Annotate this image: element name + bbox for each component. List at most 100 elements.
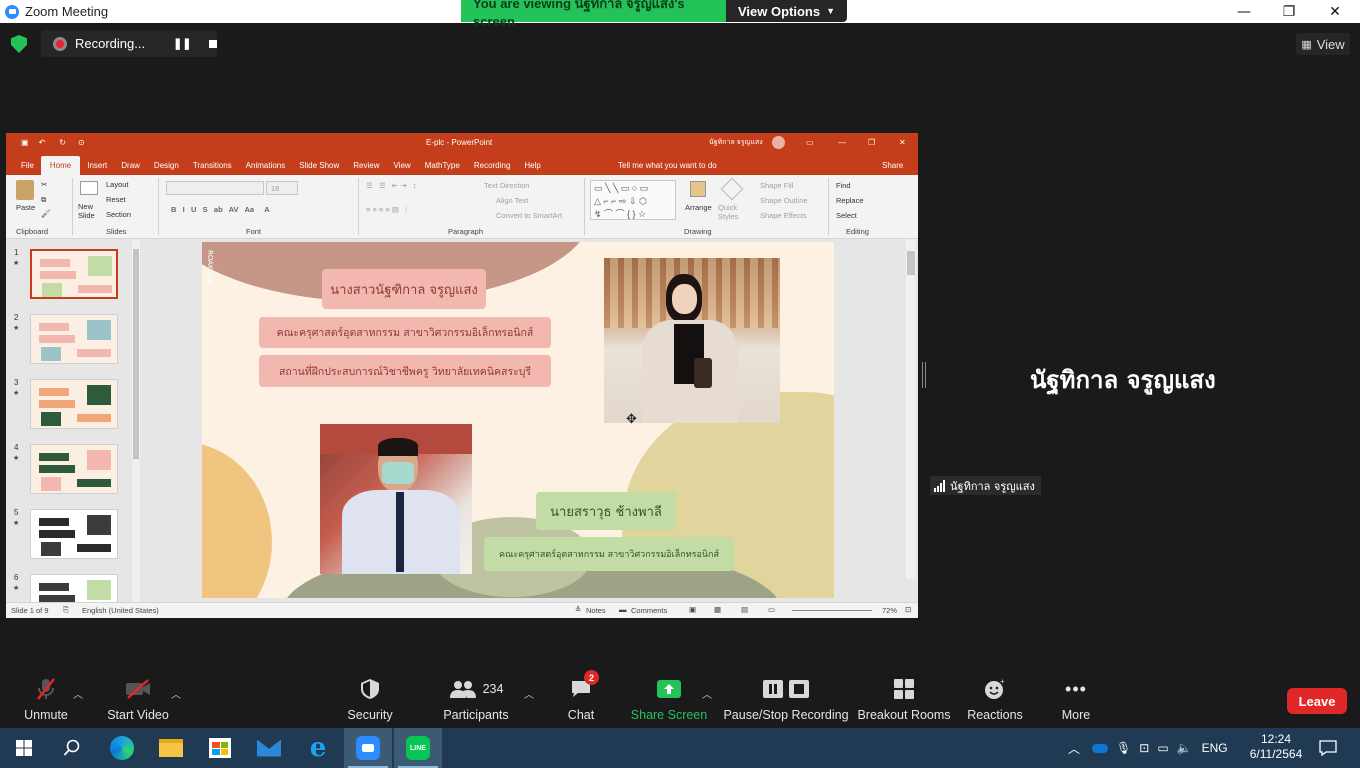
view-options-button[interactable]: View Options ▼ <box>726 0 847 22</box>
share-caret-icon[interactable]: ︿ <box>702 686 712 701</box>
participants-caret-icon[interactable]: ︿ <box>524 686 534 701</box>
tray-expand-icon[interactable]: ︿ <box>1068 740 1080 757</box>
tell-me-search[interactable]: Tell me what you want to do <box>618 161 717 170</box>
start-button[interactable] <box>0 728 48 768</box>
reading-view-icon[interactable]: ▤ <box>741 605 748 614</box>
new-slide-icon <box>80 181 98 195</box>
ppt-share-button[interactable]: Share <box>882 161 903 170</box>
taskbar-line[interactable]: LINE <box>394 728 442 768</box>
comments-button[interactable]: Comments <box>631 606 667 615</box>
ppt-tab-file[interactable]: File <box>14 161 41 175</box>
thumbnail-number: 2 <box>14 313 19 322</box>
taskbar-file-explorer[interactable] <box>147 728 195 768</box>
stop-icon[interactable] <box>208 39 217 48</box>
close-button[interactable]: ✕ <box>1312 0 1358 23</box>
language-status: English (United States) <box>82 606 159 615</box>
slide-thumbnail[interactable] <box>30 249 118 299</box>
microphone-tray-icon[interactable]: 🎙 <box>1116 741 1131 755</box>
zoom-icon <box>356 736 380 760</box>
language-indicator[interactable]: ENG <box>1202 741 1228 755</box>
ppt-tab-help[interactable]: Help <box>517 161 547 175</box>
security-shield-icon <box>361 679 379 699</box>
thumbnail-scrollbar[interactable] <box>132 239 140 602</box>
ppt-tab-mathtype[interactable]: MathType <box>418 161 467 175</box>
participants-icon <box>449 681 476 698</box>
slide-sorter-icon[interactable]: ▦ <box>714 605 721 614</box>
slideshow-icon[interactable]: ▭ <box>768 605 775 614</box>
taskbar-zoom[interactable] <box>344 728 392 768</box>
redo-icon: ↻ <box>59 138 66 147</box>
ppt-tab-recording[interactable]: Recording <box>467 161 517 175</box>
minimize-button[interactable]: — <box>1221 0 1267 23</box>
leave-button[interactable]: Leave <box>1287 688 1347 714</box>
slide-thumbnail[interactable] <box>30 379 118 429</box>
slide-name-2: นายสราวุธ ช้างพาลี <box>536 492 676 530</box>
pause-icon[interactable]: ❚❚ <box>173 37 191 50</box>
ppt-tab-slide-show[interactable]: Slide Show <box>292 161 346 175</box>
slide-name-2-text: นายสราวุธ ช้างพาลี <box>550 504 662 520</box>
audio-caret-icon[interactable]: ︿ <box>73 686 83 701</box>
view-button[interactable]: ▦ View <box>1296 33 1350 55</box>
ppt-tab-draw[interactable]: Draw <box>114 161 147 175</box>
folder-icon <box>159 739 183 757</box>
screen-tray-icon[interactable]: ⊡ <box>1139 741 1149 755</box>
notes-icon: ≙ <box>575 605 582 614</box>
notes-button[interactable]: Notes <box>586 606 606 615</box>
meeting-top-bar: Recording... ❚❚ ▦ View <box>0 23 1360 65</box>
shapes-gallery[interactable]: ▭ ╲ ╲ ▭ ○ ▭ △ ⌐ ⌐ ⇨ ⇩ ⬡ ↯ ⌒ ⌒ { } ☆ <box>590 180 676 220</box>
ppt-tab-home[interactable]: Home <box>40 156 81 175</box>
slide-faculty-2: คณะครุศาสตร์อุตสาหกรรม สาขาวิศวกรรมอิเล็… <box>484 537 734 571</box>
video-caret-icon[interactable]: ︿ <box>171 686 181 701</box>
taskbar-store[interactable] <box>196 728 244 768</box>
slide-thumbnail[interactable] <box>30 314 118 364</box>
share-screen-button[interactable]: Share Screen <box>631 672 707 728</box>
taskbar-edge[interactable] <box>98 728 146 768</box>
shield-icon[interactable] <box>11 35 27 53</box>
volume-icon[interactable]: 🔈 <box>1177 741 1192 755</box>
zoom-slider[interactable] <box>792 610 872 611</box>
security-button[interactable]: Security <box>346 672 394 728</box>
ppt-tab-insert[interactable]: Insert <box>80 161 114 175</box>
more-button[interactable]: ••• More <box>1058 672 1094 728</box>
arrange-icon <box>690 181 706 197</box>
font-size-box[interactable]: 18 <box>266 181 298 195</box>
breakout-rooms-label: Breakout Rooms <box>857 708 951 722</box>
taskbar-mail[interactable] <box>245 728 293 768</box>
reactions-button[interactable]: + Reactions <box>967 672 1023 728</box>
search-button[interactable] <box>48 728 96 768</box>
network-icon[interactable]: ▭ <box>1157 741 1168 755</box>
replace-label: Replace <box>836 196 864 205</box>
start-video-button[interactable]: Start Video <box>104 672 172 728</box>
taskbar-ie[interactable]: e <box>294 728 342 768</box>
clock-time: 12:24 <box>1260 732 1292 746</box>
participants-button[interactable]: 234 Participants <box>443 672 509 728</box>
chat-badge: 2 <box>584 670 599 685</box>
normal-view-icon[interactable]: ▣ <box>689 605 696 614</box>
select-label: Select <box>836 211 857 220</box>
fit-slide-icon[interactable]: ⊡ <box>905 605 911 614</box>
slide-scrollbar[interactable] <box>906 239 916 579</box>
chat-button[interactable]: 2 Chat <box>566 670 599 728</box>
shared-screen-powerpoint: ▣ ↶ ↻ ⊙ E-plc - PowerPoint นัฐทิกาล จรูญ… <box>6 133 918 618</box>
meeting-toolbar: Unmute ︿ Start Video ︿ Security 234 Part… <box>0 670 1360 728</box>
font-name-box[interactable] <box>166 181 264 195</box>
unmute-button[interactable]: Unmute <box>20 672 72 728</box>
thumbnail-number: 1 <box>14 248 19 257</box>
ppt-tab-view[interactable]: View <box>387 161 418 175</box>
ppt-tab-animations[interactable]: Animations <box>239 161 293 175</box>
slide-thumbnail[interactable] <box>30 444 118 494</box>
taskbar-clock[interactable]: 12:24 6/11/2564 <box>1244 732 1308 762</box>
notifications-button[interactable] <box>1308 728 1348 768</box>
maximize-button[interactable]: ❐ <box>1266 0 1312 23</box>
breakout-rooms-button[interactable]: Breakout Rooms <box>857 672 951 728</box>
split-handle[interactable] <box>922 362 926 388</box>
ppt-tab-design[interactable]: Design <box>147 161 186 175</box>
ppt-tab-review[interactable]: Review <box>346 161 386 175</box>
ppt-title: E-plc - PowerPoint <box>426 138 493 147</box>
onedrive-icon[interactable] <box>1092 743 1109 753</box>
slide-thumbnail[interactable] <box>30 509 118 559</box>
thumbnail-number: 5 <box>14 508 19 517</box>
ppt-tab-transitions[interactable]: Transitions <box>186 161 239 175</box>
video-off-icon <box>126 679 150 699</box>
pause-stop-recording-button[interactable]: Pause/Stop Recording <box>723 672 849 728</box>
